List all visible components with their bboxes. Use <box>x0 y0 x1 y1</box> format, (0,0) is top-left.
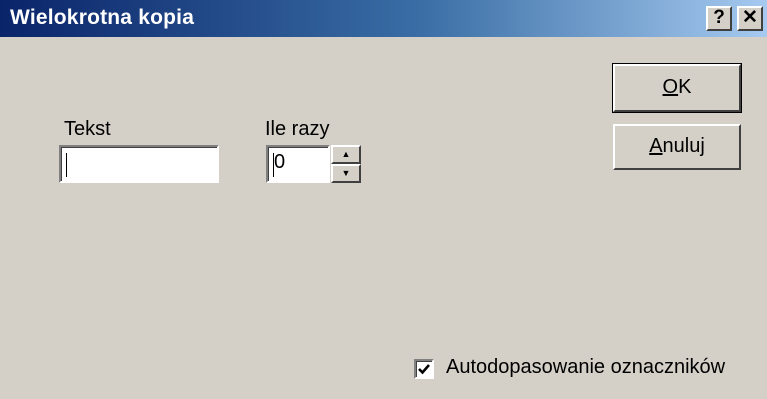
cancel-button[interactable]: Anuluj <box>613 124 741 170</box>
close-icon: ✕ <box>742 7 758 28</box>
spin-up-button[interactable]: ▲ <box>331 145 361 164</box>
close-button[interactable]: ✕ <box>737 6 763 31</box>
text-label: Tekst <box>64 118 111 140</box>
cancel-label-rest: nuluj <box>662 135 705 157</box>
checkmark-icon <box>418 364 430 375</box>
text-input[interactable] <box>59 145 219 183</box>
dialog-window: Wielokrotna kopia ? ✕ Tekst Ile razy 0 ▲… <box>0 0 767 399</box>
arrow-down-icon: ▼ <box>341 168 351 178</box>
cancel-accel-letter: A <box>649 135 663 157</box>
count-input-value: 0 <box>274 151 286 173</box>
help-button[interactable]: ? <box>706 6 732 31</box>
autofit-checkbox[interactable] <box>414 359 434 379</box>
autofit-checkbox-label[interactable]: Autodopasowanie oznaczników <box>446 356 725 379</box>
ok-accel-letter: O <box>662 76 679 98</box>
title-bar[interactable]: Wielokrotna kopia ? ✕ <box>0 0 767 37</box>
text-caret <box>66 153 67 177</box>
help-icon: ? <box>713 7 725 28</box>
count-label: Ile razy <box>265 118 330 140</box>
arrow-up-icon: ▲ <box>341 149 351 159</box>
count-spinner: ▲ ▼ <box>331 145 361 183</box>
ok-label-rest: K <box>678 76 692 98</box>
ok-button[interactable]: OK <box>612 63 742 113</box>
count-caret <box>273 153 274 177</box>
window-title: Wielokrotna kopia <box>10 6 195 29</box>
count-input[interactable]: 0 <box>266 145 330 183</box>
spin-down-button[interactable]: ▼ <box>331 164 361 183</box>
